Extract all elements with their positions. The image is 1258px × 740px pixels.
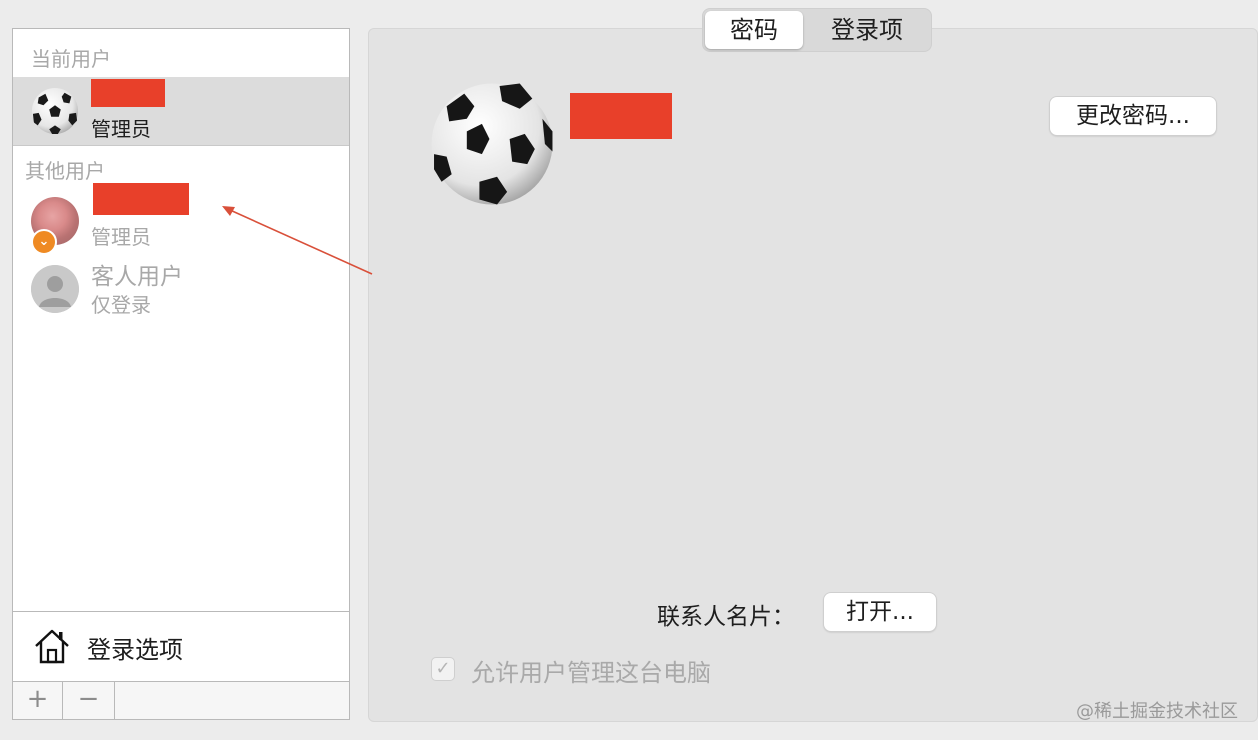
current-user-item[interactable]: 管理员 bbox=[13, 77, 349, 145]
user-detail-panel: 更改密码... 联系人名片： 打开... ✓ 允许用户管理这台电脑 bbox=[368, 28, 1258, 722]
watermark: @稀土掘金技术社区 bbox=[1076, 701, 1238, 722]
add-user-button[interactable]: + bbox=[13, 682, 63, 719]
open-contact-card-button[interactable]: 打开... bbox=[824, 593, 936, 631]
remove-user-button[interactable]: − bbox=[63, 682, 115, 719]
current-user-role: 管理员 bbox=[91, 117, 151, 141]
current-users-header: 当前用户 bbox=[31, 47, 111, 71]
soccer-ball-profile-picture[interactable] bbox=[429, 81, 555, 207]
login-options-item[interactable]: 登录选项 bbox=[13, 612, 349, 680]
person-icon bbox=[31, 265, 79, 313]
house-icon bbox=[35, 629, 69, 664]
allow-admin-checkbox[interactable]: ✓ bbox=[431, 657, 455, 681]
tab-control: 密码 登录项 bbox=[702, 8, 932, 52]
redacted-full-name bbox=[570, 93, 672, 139]
users-sidebar: 当前用户 管理员 其他用户 ⌄ 管理员 客人用户 仅登录 登录选项 + − bbox=[12, 28, 350, 720]
other-user-admin-item[interactable]: ⌄ 管理员 bbox=[13, 179, 349, 255]
tab-login-items[interactable]: 登录项 bbox=[807, 11, 927, 49]
change-password-button[interactable]: 更改密码... bbox=[1050, 97, 1216, 135]
redacted-username bbox=[91, 79, 165, 107]
sidebar-toolbar: + − bbox=[13, 681, 349, 719]
contact-card-label: 联系人名片： bbox=[657, 604, 795, 630]
soccer-ball-avatar bbox=[31, 87, 79, 135]
chevron-down-icon: ⌄ bbox=[31, 229, 57, 255]
allow-admin-label: 允许用户管理这台电脑 bbox=[471, 659, 711, 687]
redacted-username bbox=[93, 183, 189, 215]
guest-user-item[interactable]: 客人用户 仅登录 bbox=[13, 253, 349, 323]
login-options-label: 登录选项 bbox=[87, 636, 183, 664]
guest-user-role: 仅登录 bbox=[91, 293, 151, 317]
other-user-role: 管理员 bbox=[91, 225, 151, 249]
guest-user-name: 客人用户 bbox=[91, 264, 183, 290]
divider bbox=[13, 145, 349, 146]
tab-password[interactable]: 密码 bbox=[705, 11, 803, 49]
